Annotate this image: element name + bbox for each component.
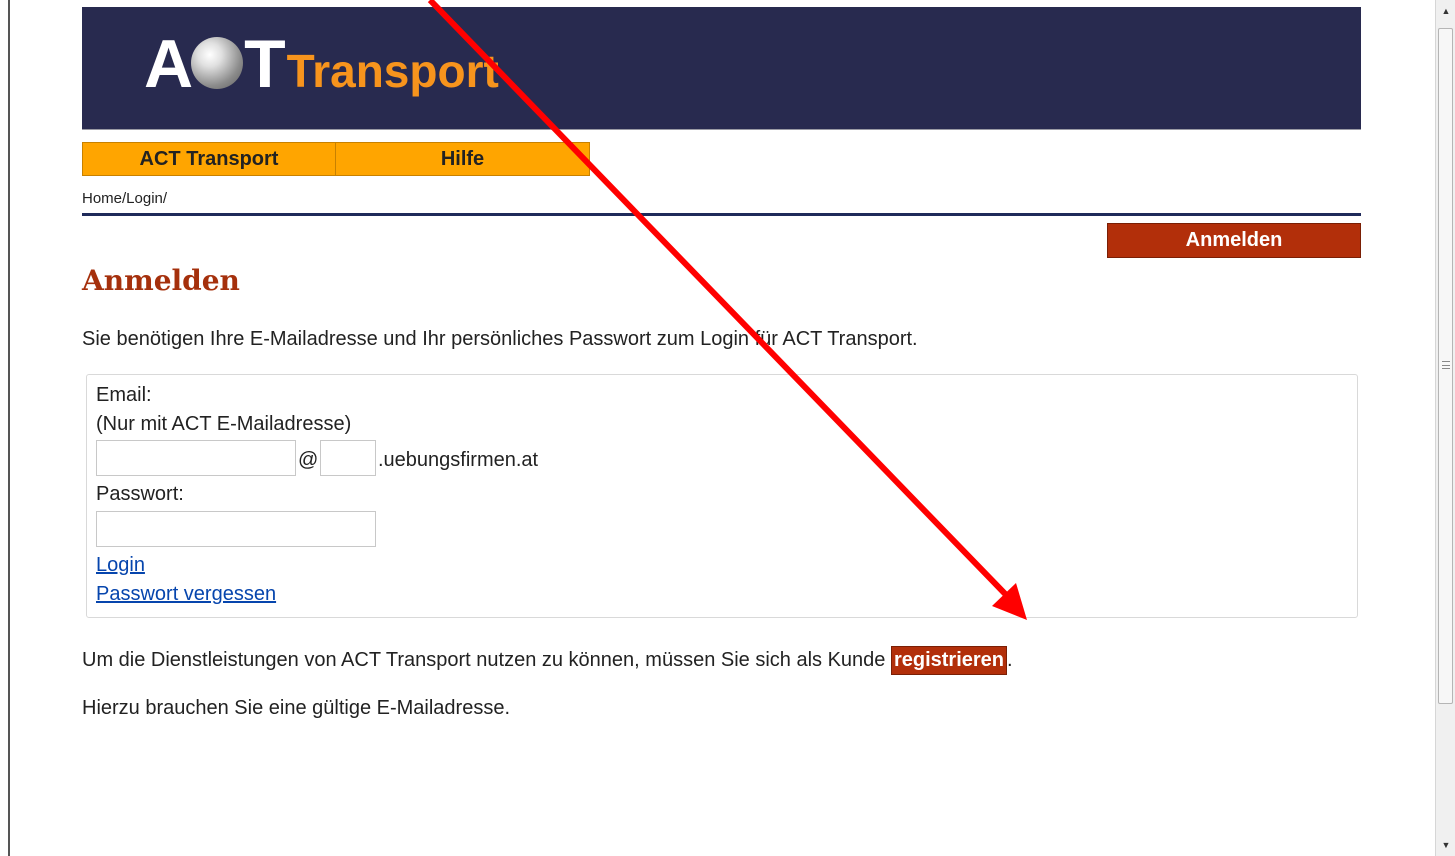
scrollbar-thumb[interactable] <box>1438 28 1453 704</box>
logo-letter-t: T <box>244 26 286 102</box>
logo-brand-text: Transport <box>286 45 499 97</box>
down-arrow-icon[interactable]: ▼ <box>1436 836 1455 854</box>
login-panel: Email: (Nur mit ACT E-Mailadresse) @ .ue… <box>86 374 1358 618</box>
forgot-password-link[interactable]: Passwort vergessen <box>96 583 276 606</box>
tab-act-transport[interactable]: ACT Transport <box>82 142 336 176</box>
up-arrow-icon[interactable]: ▲ <box>1436 2 1455 20</box>
intro-text: Sie benötigen Ihre E-Mailadresse und Ihr… <box>82 328 918 350</box>
email-domain-input[interactable] <box>320 440 376 476</box>
act-transport-logo[interactable]: A T Transport <box>144 29 499 99</box>
vertical-scrollbar[interactable]: ▲ ▼ <box>1435 0 1455 856</box>
breadcrumb[interactable]: Home/Login/ <box>82 190 167 207</box>
logo-letter-a: A <box>144 26 193 102</box>
login-link[interactable]: Login <box>96 554 145 577</box>
anmelden-sidebar-button[interactable]: Anmelden <box>1107 223 1361 258</box>
register-text-before: Um die Dienstleistungen von ACT Transpor… <box>82 649 891 671</box>
page-title: Anmelden <box>82 264 240 297</box>
register-sentence: Um die Dienstleistungen von ACT Transpor… <box>82 646 1013 675</box>
logo-sphere-icon <box>191 37 244 89</box>
domain-suffix: .uebungsfirmen.at <box>378 449 539 471</box>
top-navigation: ACT Transport Hilfe <box>82 142 590 176</box>
grip-icon <box>1442 361 1450 369</box>
header-divider <box>82 213 1361 216</box>
tab-hilfe[interactable]: Hilfe <box>336 142 590 176</box>
password-input[interactable] <box>96 511 376 547</box>
window-left-edge <box>8 0 10 856</box>
header-banner: A T Transport <box>82 7 1361 130</box>
register-text-after: . <box>1007 649 1013 671</box>
email-user-input[interactable] <box>96 440 296 476</box>
register-button[interactable]: registrieren <box>890 646 1008 675</box>
email-requirement-note: Hierzu brauchen Sie eine gültige E-Maila… <box>82 697 511 719</box>
email-hint: (Nur mit ACT E-Mailadresse) <box>96 413 352 435</box>
at-sign: @ <box>298 449 319 471</box>
email-label: Email: <box>96 384 152 406</box>
password-label: Passwort: <box>96 483 184 505</box>
